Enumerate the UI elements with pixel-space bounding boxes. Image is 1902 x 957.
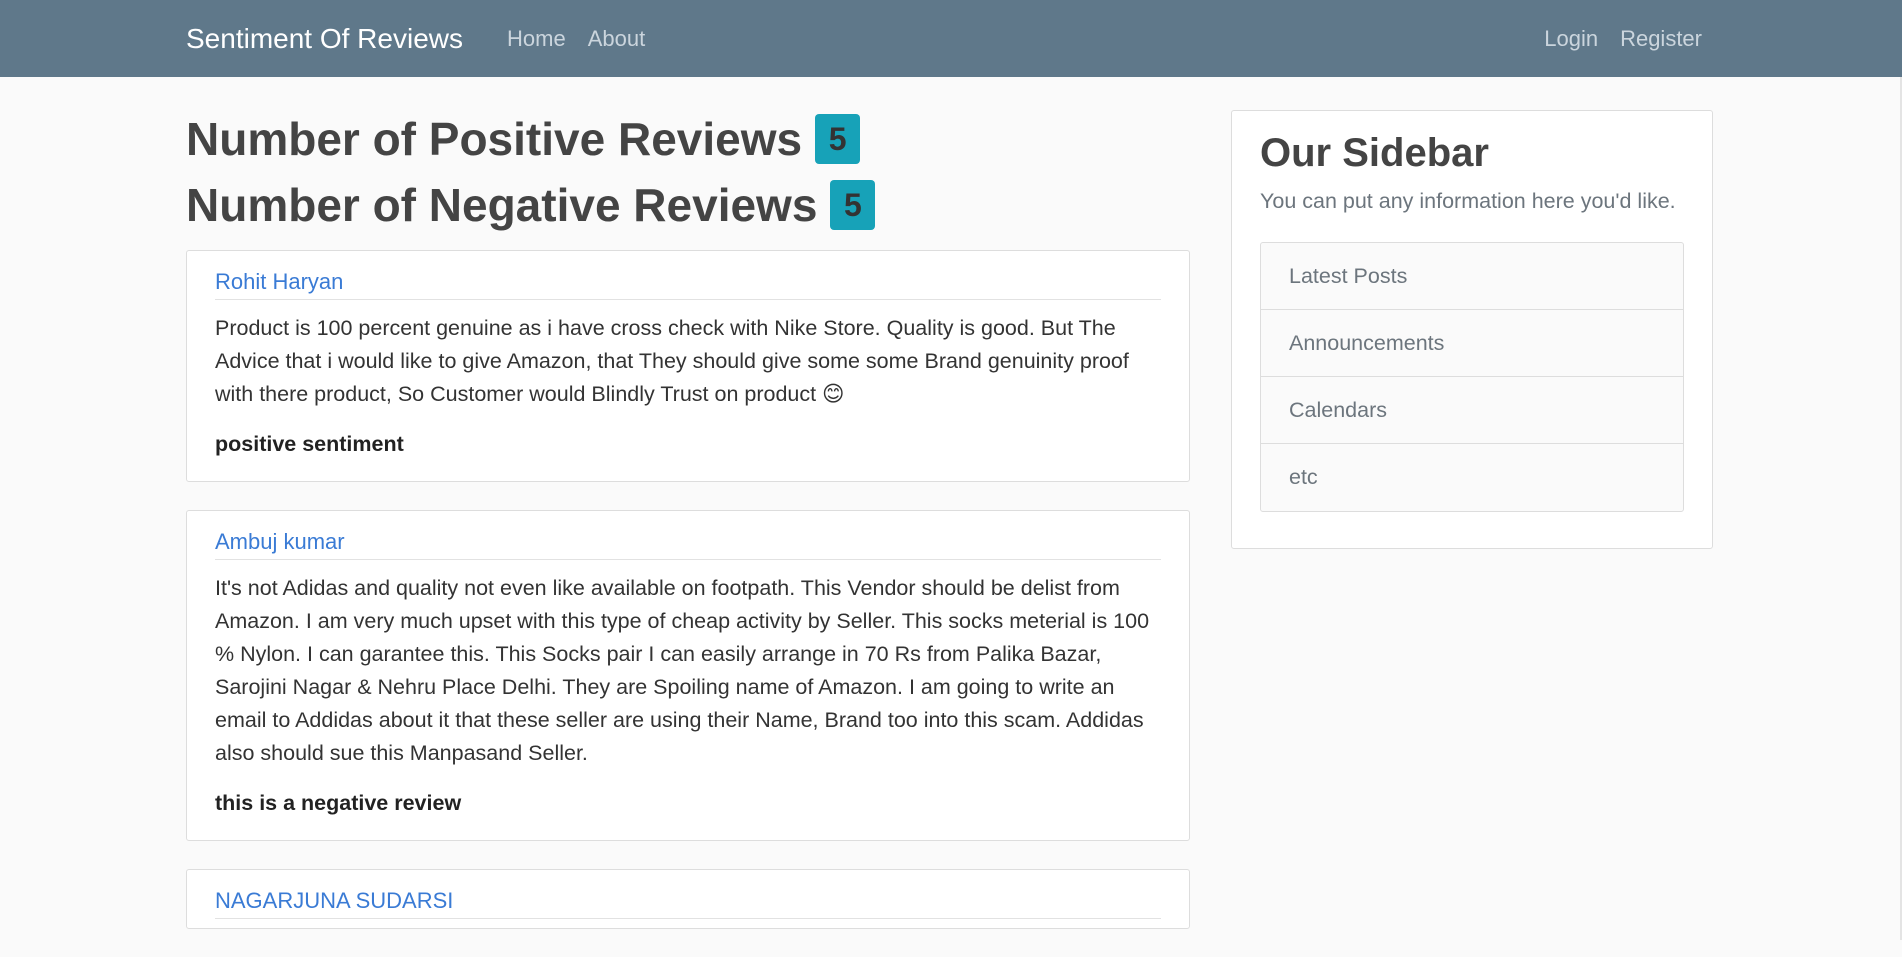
sidebar-title: Our Sidebar bbox=[1260, 131, 1489, 175]
nav-right-group: Login Register bbox=[1544, 26, 1702, 52]
main-content: Number of Positive Reviews 5 Number of N… bbox=[186, 106, 1190, 957]
negative-count-badge: 5 bbox=[830, 180, 876, 230]
review-sentiment: this is a negative review bbox=[215, 791, 462, 815]
sidebar: Our Sidebar You can put any information … bbox=[1231, 110, 1713, 549]
navbar: Sentiment Of Reviews Home About Login Re… bbox=[0, 0, 1902, 77]
negative-count-label: Number of Negative Reviews bbox=[186, 179, 818, 231]
brand-link[interactable]: Sentiment Of Reviews bbox=[186, 23, 463, 55]
nav-link-home[interactable]: Home bbox=[507, 26, 566, 52]
review-text: It's not Adidas and quality not even lik… bbox=[215, 576, 1150, 765]
sidebar-item-etc[interactable]: etc bbox=[1261, 444, 1683, 511]
sidebar-item-latest-posts[interactable]: Latest Posts bbox=[1261, 243, 1683, 310]
review-sentiment: positive sentiment bbox=[215, 432, 404, 456]
sidebar-list: Latest Posts Announcements Calendars etc bbox=[1260, 242, 1684, 512]
positive-count-badge: 5 bbox=[815, 114, 861, 164]
sidebar-item-announcements[interactable]: Announcements bbox=[1261, 310, 1683, 377]
sidebar-item-calendars[interactable]: Calendars bbox=[1261, 377, 1683, 444]
positive-count-heading: Number of Positive Reviews 5 bbox=[186, 106, 1190, 172]
positive-count-label: Number of Positive Reviews bbox=[186, 113, 803, 165]
review-author-link[interactable]: Ambuj kumar bbox=[215, 527, 1161, 560]
review-card: Rohit Haryan Product is 100 percent genu… bbox=[186, 250, 1190, 482]
sidebar-description: You can put any information here you'd l… bbox=[1260, 189, 1676, 213]
nav-link-about[interactable]: About bbox=[588, 26, 646, 52]
navbar-inner: Sentiment Of Reviews Home About Login Re… bbox=[186, 0, 1702, 77]
nav-link-login[interactable]: Login bbox=[1544, 26, 1598, 52]
review-text: Product is 100 percent genuine as i have… bbox=[215, 316, 1129, 406]
review-author-link[interactable]: NAGARJUNA SUDARSI bbox=[215, 886, 1161, 919]
nav-link-register[interactable]: Register bbox=[1620, 26, 1702, 52]
review-card: Ambuj kumar It's not Adidas and quality … bbox=[186, 510, 1190, 841]
negative-count-heading: Number of Negative Reviews 5 bbox=[186, 172, 1190, 238]
review-card: NAGARJUNA SUDARSI bbox=[186, 869, 1190, 929]
review-counts: Number of Positive Reviews 5 Number of N… bbox=[186, 106, 1190, 238]
review-author-link[interactable]: Rohit Haryan bbox=[215, 267, 1161, 300]
